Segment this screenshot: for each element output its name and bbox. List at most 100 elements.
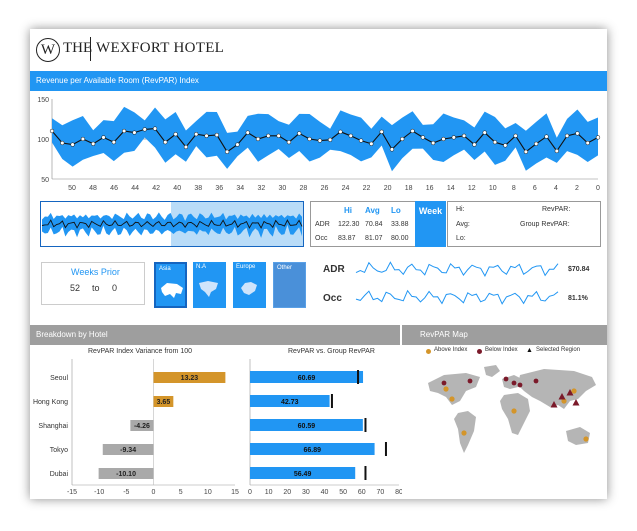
data-point	[534, 141, 539, 146]
above-index-marker	[461, 430, 467, 436]
data-point	[183, 144, 189, 150]
data-point	[163, 140, 168, 145]
data-point	[513, 133, 518, 138]
data-point	[420, 135, 426, 140]
x-tick-label: 26	[321, 185, 329, 192]
variance-chart-title: RevPAR Index Variance from 100	[88, 348, 193, 355]
legend-above-label: Above Index	[434, 347, 468, 353]
revpar-value-label: 56.49	[294, 471, 312, 478]
logo-the: THE	[63, 40, 93, 56]
data-point	[544, 134, 549, 139]
landmass	[566, 427, 590, 445]
data-point	[585, 140, 590, 146]
group-x-tick: 0	[248, 489, 252, 496]
legend-selected-label: Selected Region	[536, 347, 581, 353]
week-lo-label: Lo:	[456, 235, 466, 242]
hotel-label: Hong Kong	[33, 399, 68, 406]
x-tick-label: 6	[533, 185, 537, 192]
data-point	[410, 128, 415, 134]
group-x-tick: 80	[395, 489, 402, 496]
data-point	[317, 138, 322, 143]
data-point	[224, 149, 230, 154]
data-point	[297, 131, 302, 136]
revpar-index-chart[interactable]: 1501005050 48 46 44 42 40 38 36 34 32 30 28 26 24 22 20…	[30, 91, 607, 197]
data-point	[348, 133, 353, 138]
group-x-tick: 60	[358, 489, 366, 496]
x-tick-label: 38	[194, 185, 202, 192]
data-point	[70, 142, 75, 147]
week-avg-label: Avg:	[456, 221, 470, 228]
x-tick-label: 22	[363, 185, 371, 192]
x-tick-label: 24	[342, 185, 350, 192]
landmass	[500, 393, 530, 435]
data-point	[276, 133, 281, 138]
data-point	[451, 135, 456, 140]
below-index-marker	[511, 380, 517, 386]
below-index-dot-icon	[477, 349, 482, 354]
region-label: N.A	[196, 264, 207, 270]
data-point	[111, 140, 116, 145]
occ-label: Occ	[323, 293, 342, 304]
region-tile-na[interactable]: N.A	[193, 262, 226, 308]
variance-value-label: -10.10	[116, 471, 136, 478]
revpar-world-map[interactable]	[414, 361, 604, 489]
europe-map-icon	[241, 282, 257, 295]
adr-sparkline	[355, 261, 559, 277]
stats-cell: 70.84	[365, 221, 383, 228]
group-revpar-marker	[364, 418, 367, 432]
region-label: Europe	[236, 264, 256, 270]
above-index-marker	[511, 408, 517, 414]
x-tick-label: 40	[173, 185, 181, 192]
data-point	[49, 128, 55, 134]
data-point	[286, 140, 292, 145]
confidence-band	[52, 106, 598, 172]
variance-x-tick: 15	[231, 489, 239, 496]
adr-value: $70.84	[568, 266, 590, 273]
variance-value-label: -9.34	[120, 447, 136, 454]
data-point	[461, 133, 467, 138]
group-revpar-marker	[357, 370, 360, 384]
x-tick-label: 48	[89, 185, 97, 192]
selected-region-triangle-icon: ▲	[526, 347, 533, 354]
x-tick-label: 0	[596, 185, 600, 192]
x-tick-label: 2	[575, 185, 579, 192]
breakdown-section-header: Breakdown by Hotel	[30, 325, 400, 345]
data-point	[214, 132, 219, 138]
variance-x-tick: 0	[152, 489, 156, 496]
variance-value-label: -4.26	[134, 423, 150, 430]
data-point	[503, 143, 508, 148]
weeks-prior-to[interactable]: 0	[112, 283, 117, 293]
group-x-tick: 40	[321, 489, 329, 496]
x-tick-label: 28	[300, 185, 308, 192]
x-tick-label: 30	[279, 185, 287, 192]
legend-below-label: Below Index	[485, 347, 518, 353]
group-revpar-marker	[330, 394, 333, 408]
data-point	[358, 138, 364, 143]
weeks-prior-from[interactable]: 52	[70, 283, 80, 293]
region-tile-other[interactable]: Other	[273, 262, 306, 308]
stats-cell: 33.88	[391, 221, 409, 228]
asia-map-icon	[161, 283, 183, 298]
weeks-prior-filter[interactable]: Weeks Prior 52 to 0	[41, 262, 145, 305]
variance-x-tick: -15	[67, 489, 77, 496]
variance-x-tick: -5	[123, 489, 129, 496]
group-revpar-marker	[364, 466, 367, 480]
data-point	[101, 135, 106, 140]
below-index-marker	[441, 380, 447, 386]
range-brush-chart[interactable]	[40, 201, 304, 247]
x-tick-label: 46	[110, 185, 118, 192]
stats-cell: 80.00	[391, 235, 409, 242]
group-x-tick: 20	[283, 489, 291, 496]
data-point	[60, 140, 65, 146]
x-tick-label: 8	[512, 185, 516, 192]
region-tile-asia[interactable]: Asia	[154, 262, 187, 308]
data-point	[369, 141, 374, 146]
hotel-name: WEXFORT HOTEL	[96, 40, 225, 56]
region-tile-europe[interactable]: Europe	[233, 262, 266, 308]
hotel-label: Shanghai	[38, 423, 68, 430]
week-hi-label: Hi:	[456, 206, 465, 213]
variance-x-tick: 5	[179, 489, 183, 496]
data-point	[595, 135, 601, 140]
x-tick-label: 16	[426, 185, 434, 192]
stats-cell: 83.87	[338, 235, 356, 242]
